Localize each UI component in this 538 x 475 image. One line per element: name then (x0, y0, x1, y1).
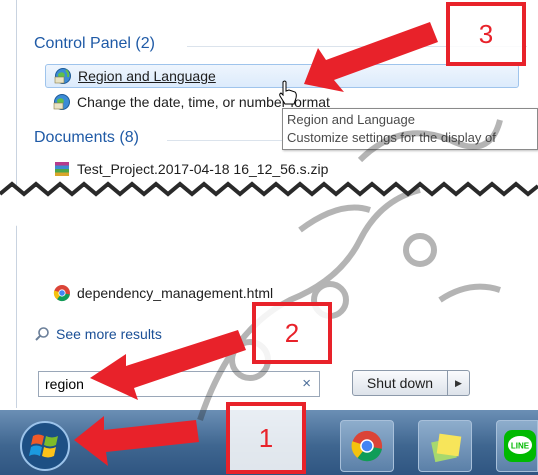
shut-down-label: Shut down (366, 375, 434, 391)
step-2-number: 2 (284, 317, 300, 348)
region-globe-icon (53, 94, 70, 110)
step-3-number: 3 (478, 18, 494, 49)
step-1-number: 1 (258, 422, 274, 453)
group-header-documents: Documents (8) (34, 129, 139, 146)
result-label: Test_Project.2017-04-18 16_12_56.s.zip (77, 161, 329, 177)
taskbar-line-button[interactable]: LINE (496, 420, 538, 472)
taskbar-chrome-button[interactable] (340, 420, 394, 472)
result-dependency-management-html[interactable]: dependency_management.html (53, 282, 273, 304)
result-label: Region and Language (78, 68, 216, 84)
sticky-notes-icon (431, 433, 462, 463)
taskbar-sticky-notes-button[interactable] (418, 420, 472, 472)
line-app-label: LINE (511, 442, 530, 451)
see-more-label: See more results (56, 326, 162, 342)
step-1-box: 1 (226, 402, 306, 474)
search-icon (35, 327, 49, 341)
windows-orb-icon[interactable] (18, 420, 72, 472)
result-region-and-language[interactable]: Region and Language (45, 64, 519, 88)
chevron-right-icon: ▶ (455, 377, 462, 388)
line-app-icon: LINE (504, 430, 536, 462)
shut-down-button[interactable]: Shut down (352, 370, 448, 396)
group-header-control-panel: Control Panel (2) (34, 35, 155, 52)
step-2-box: 2 (252, 302, 332, 364)
shut-down-options-button[interactable]: ▶ (448, 370, 470, 396)
chrome-icon (53, 285, 70, 302)
group-divider (167, 140, 287, 141)
torn-image-gap (0, 181, 538, 232)
see-more-results-link[interactable]: See more results (34, 326, 162, 342)
region-globe-icon (54, 68, 71, 84)
tooltip-title: Region and Language (287, 112, 415, 127)
tooltip-description: Customize settings for the display of (287, 130, 496, 145)
tooltip: Region and Language Customize settings f… (282, 108, 538, 150)
clear-search-icon[interactable]: × (302, 375, 311, 392)
search-input[interactable] (45, 376, 285, 392)
chrome-icon (351, 430, 383, 462)
start-search-box[interactable]: × (38, 371, 320, 397)
step-3-box: 3 (446, 2, 526, 66)
result-label: dependency_management.html (77, 285, 274, 301)
